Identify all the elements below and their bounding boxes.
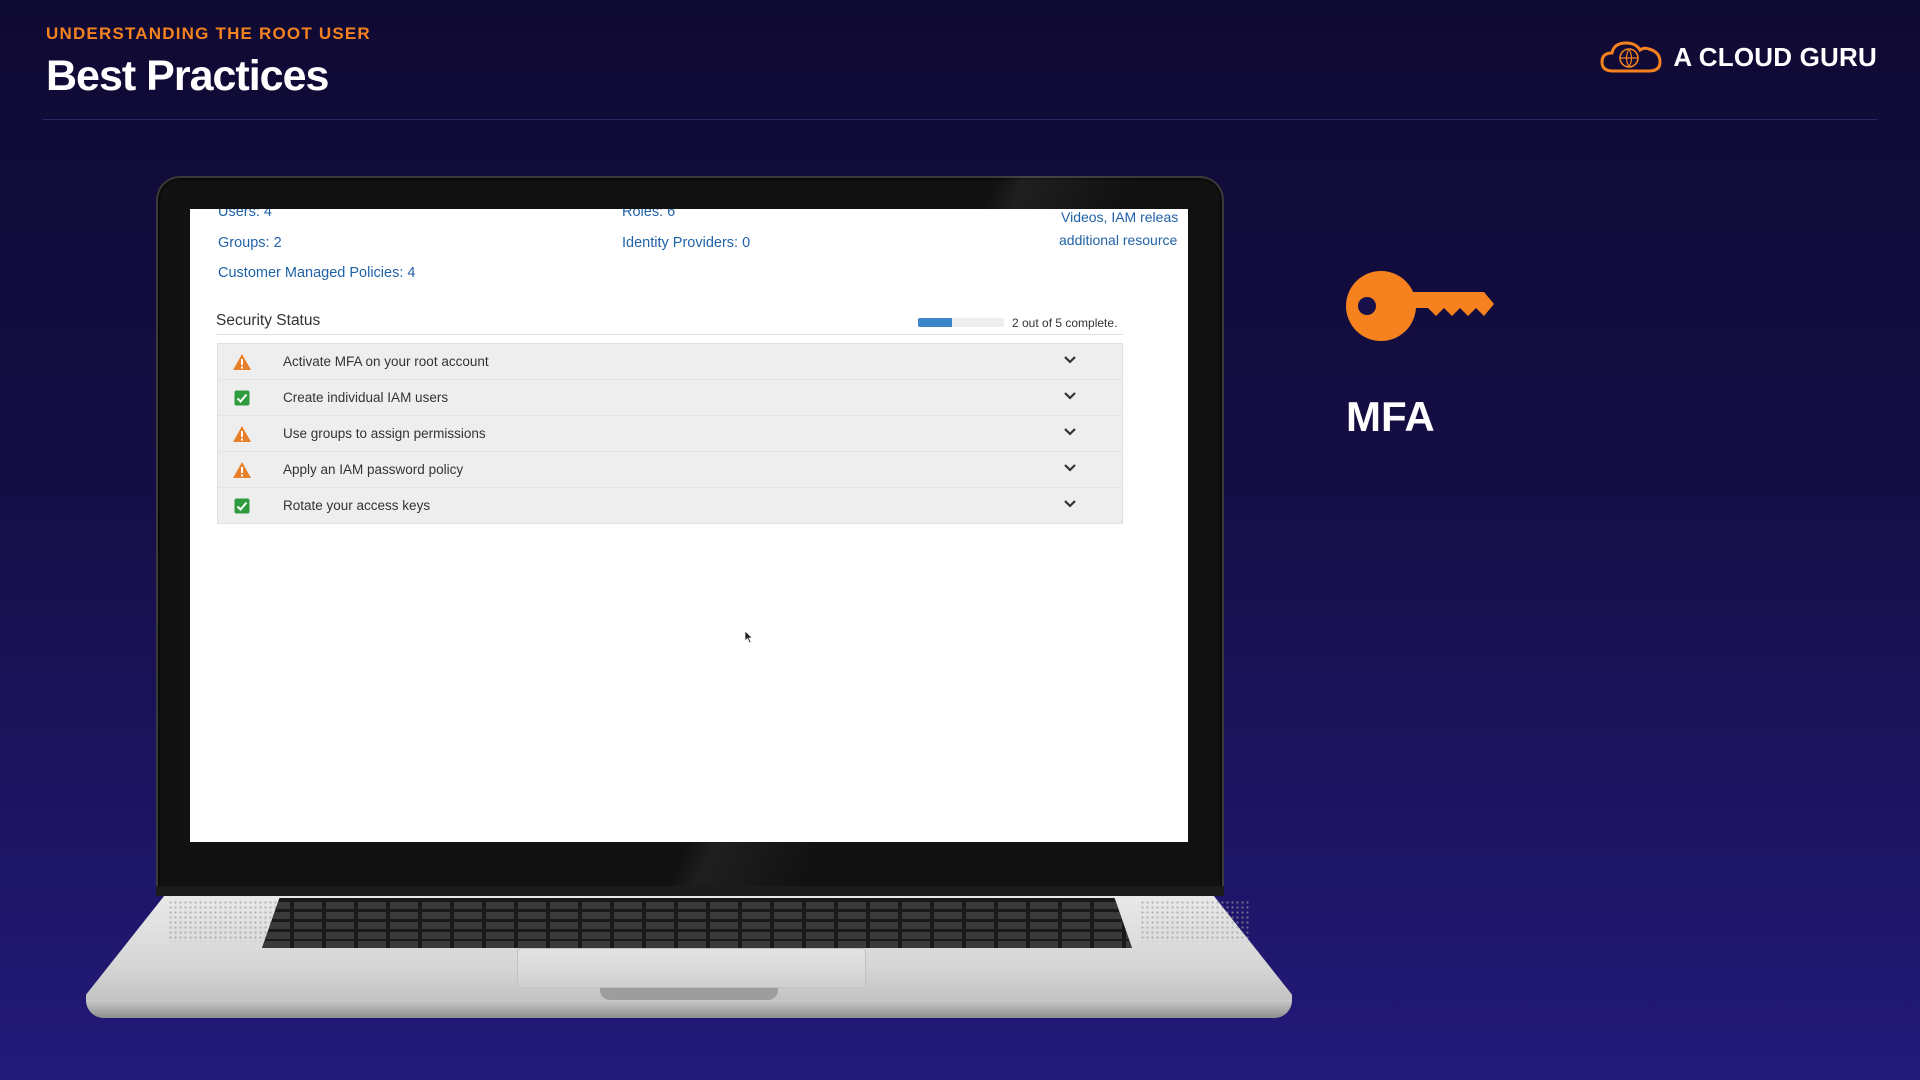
identity-providers-link[interactable]: Identity Providers: 0: [622, 235, 750, 251]
security-progress-bar: [918, 318, 1004, 327]
warning-icon: [231, 460, 253, 480]
security-status-divider: [216, 334, 1123, 335]
chevron-down-icon[interactable]: [1063, 389, 1077, 403]
checklist-item[interactable]: Use groups to assign permissions: [218, 416, 1122, 452]
check-icon: [231, 388, 253, 408]
users-link[interactable]: Users: 4: [218, 209, 272, 220]
laptop-trackpad: [517, 948, 866, 988]
checklist-item-label: Use groups to assign permissions: [283, 426, 486, 441]
resources-link-2[interactable]: additional resource: [1059, 232, 1177, 248]
laptop-notch: [600, 988, 778, 1000]
slide-eyebrow: UNDERSTANDING THE ROOT USER: [46, 24, 371, 43]
checklist-item[interactable]: Create individual IAM users: [218, 380, 1122, 416]
checklist-item-label: Apply an IAM password policy: [283, 462, 464, 477]
warning-icon: [231, 352, 253, 372]
laptop-hinge: [156, 886, 1224, 896]
checklist-item-label: Rotate your access keys: [283, 498, 431, 513]
check-icon: [231, 496, 253, 516]
chevron-down-icon[interactable]: [1063, 497, 1077, 511]
policies-link[interactable]: Customer Managed Policies: 4: [218, 265, 415, 281]
checklist-item-label: Activate MFA on your root account: [283, 354, 489, 369]
groups-link[interactable]: Groups: 2: [218, 235, 282, 251]
key-icon: [1346, 271, 1494, 341]
header-divider: [43, 119, 1877, 120]
slide-title: Best Practices: [46, 52, 329, 100]
laptop-keyboard: [262, 898, 1132, 948]
chevron-down-icon[interactable]: [1063, 461, 1077, 475]
roles-link[interactable]: Roles: 6: [622, 209, 675, 220]
checklist-item-label: Create individual IAM users: [283, 390, 449, 405]
chevron-down-icon[interactable]: [1063, 425, 1077, 439]
resources-link-1[interactable]: Videos, IAM releas: [1061, 209, 1178, 225]
speaker-grille-left: [168, 900, 278, 942]
warning-icon: [231, 424, 253, 444]
brand-logo: A CLOUD GURU: [1599, 38, 1877, 76]
laptop-base-edge: [86, 1000, 1292, 1018]
checklist-item[interactable]: Rotate your access keys: [218, 488, 1122, 523]
mouse-cursor-icon: [744, 630, 754, 644]
brand-name: A CLOUD GURU: [1673, 41, 1877, 72]
checklist-item[interactable]: Activate MFA on your root account: [218, 344, 1122, 380]
security-status-title: Security Status: [216, 312, 321, 329]
checklist-item[interactable]: Apply an IAM password policy: [218, 452, 1122, 488]
security-checklist: Activate MFA on your root account Create…: [217, 343, 1123, 524]
security-progress-fill: [918, 318, 953, 327]
chevron-down-icon[interactable]: [1063, 353, 1077, 367]
security-progress-text: 2 out of 5 complete.: [1012, 316, 1118, 330]
mfa-label: MFA: [1346, 393, 1435, 440]
speaker-grille-right: [1140, 900, 1250, 942]
cloud-logo-icon: [1600, 41, 1662, 73]
laptop-screen: Users: 4 Roles: 6 Videos, IAM releas add…: [190, 209, 1188, 842]
